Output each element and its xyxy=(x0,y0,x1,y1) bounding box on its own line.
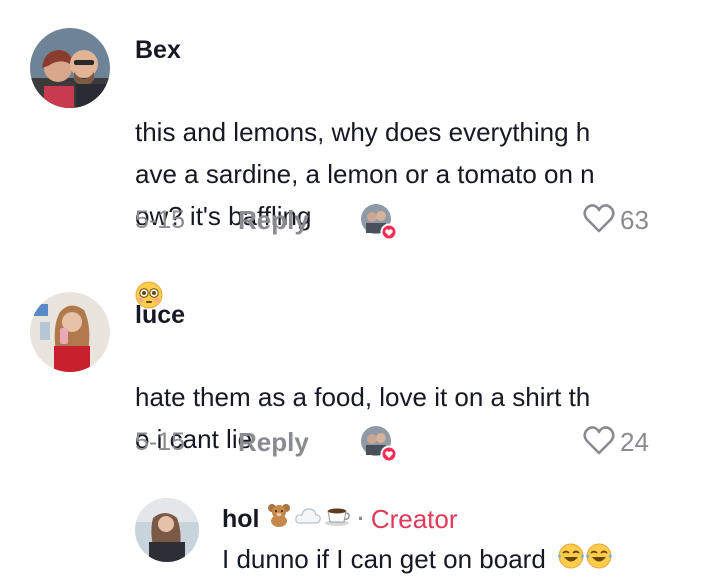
reply-button[interactable]: Reply xyxy=(238,205,309,235)
like-button[interactable]: 63 xyxy=(582,203,649,237)
avatar[interactable] xyxy=(135,498,199,562)
reply-username[interactable]: hol xyxy=(222,504,260,534)
creator-liked-badge xyxy=(360,425,398,463)
comment-date: 5-15 xyxy=(135,206,186,234)
like-button[interactable]: 24 xyxy=(582,425,649,459)
comment-username[interactable]: Bex xyxy=(135,35,181,65)
heart-outline-icon xyxy=(582,424,616,461)
heart-outline-icon xyxy=(582,202,616,239)
avatar[interactable] xyxy=(30,292,110,372)
comment-luce: luce hate them as a food, love it on a s… xyxy=(0,270,702,470)
teddy-bear-icon xyxy=(266,502,292,535)
creator-badge: Creator xyxy=(370,503,458,534)
tears-of-joy-icon xyxy=(557,540,585,582)
creator-liked-badge xyxy=(360,203,398,241)
comment-date: 5-15 xyxy=(135,428,186,456)
like-count: 24 xyxy=(620,426,649,457)
reply-body: I dunno if I can get on board xyxy=(222,544,546,574)
cloud-icon xyxy=(294,504,322,534)
comment-bex: Bex this and lemons, why does everything… xyxy=(0,0,702,309)
reply-hol: hol · Creator I dunno if I can get on bo… xyxy=(0,490,702,586)
avatar[interactable] xyxy=(30,28,110,108)
reply-text: I dunno if I can get on board xyxy=(222,538,692,582)
tears-of-joy-icon xyxy=(585,540,613,582)
coffee-icon xyxy=(324,503,352,534)
reply-button[interactable]: Reply xyxy=(238,427,309,457)
reply-username-row: hol · Creator xyxy=(222,502,458,535)
like-count: 63 xyxy=(620,204,649,235)
comment-username[interactable]: luce xyxy=(135,300,185,330)
separator-dot: · xyxy=(357,505,365,531)
